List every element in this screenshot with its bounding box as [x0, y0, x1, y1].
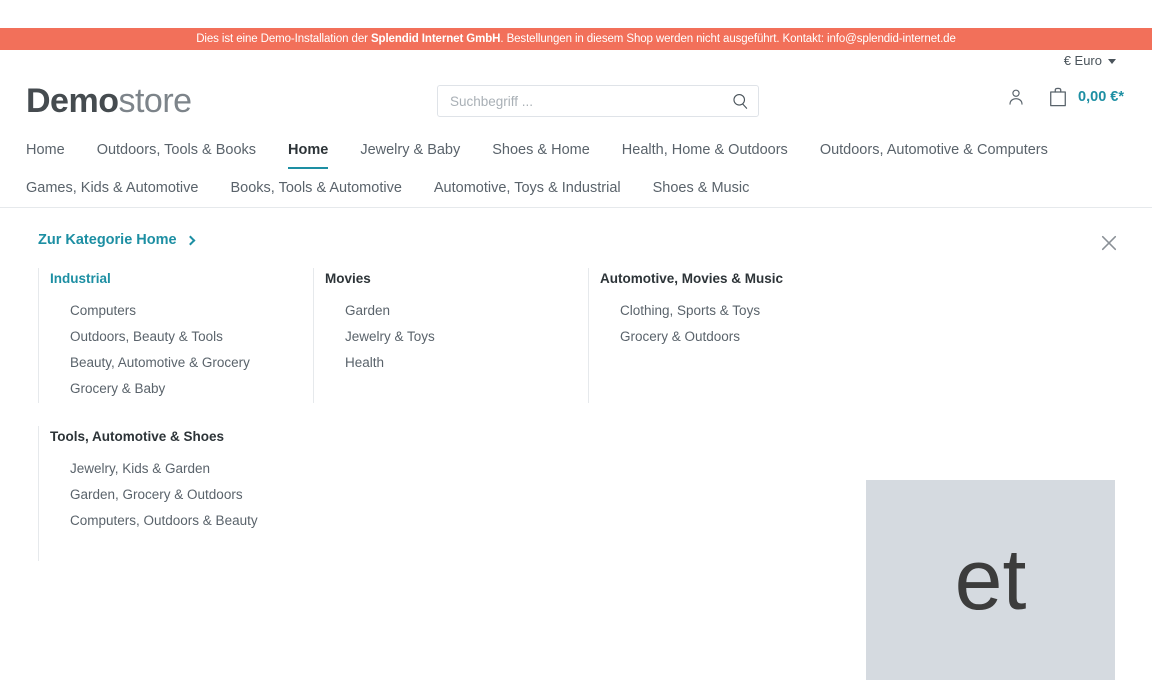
flyout-column-title[interactable]: Tools, Automotive & Shoes	[50, 426, 313, 447]
flyout-columns-row-1: Industrial Computers Outdoors, Beauty & To…	[38, 268, 1118, 403]
demo-installation-banner: Dies ist eine Demo-Installation der Sple…	[0, 28, 1152, 50]
main-navigation: Home Outdoors, Tools & Books Home Jewelry &…	[26, 132, 1126, 208]
nav-item-shoes-home[interactable]: Shoes & Home	[492, 132, 590, 170]
nav-item-games-kids-automotive[interactable]: Games, Kids & Automotive	[26, 170, 198, 208]
search-input[interactable]	[438, 86, 722, 116]
site-header: Demostore 0,00 €*	[0, 76, 1152, 128]
flyout-column: Tools, Automotive & Shoes Jewelry, Kids &…	[38, 426, 313, 561]
flyout-column-title[interactable]: Movies	[325, 268, 588, 289]
flyout-column-title[interactable]: Industrial	[50, 268, 313, 289]
nav-item-jewelry-baby[interactable]: Jewelry & Baby	[360, 132, 460, 170]
flyout-subcategory-link[interactable]: Grocery & Outdoors	[600, 324, 863, 350]
logo-bold-text: Demo	[26, 82, 119, 120]
flyout-subcategory-link[interactable]: Outdoors, Beauty & Tools	[50, 324, 313, 350]
nav-item-home[interactable]: Home	[26, 132, 65, 170]
user-icon	[1009, 89, 1023, 105]
search-submit-button[interactable]	[722, 86, 758, 116]
flyout-column: Movies Garden Jewelry & Toys Health	[313, 268, 588, 403]
account-button[interactable]	[1006, 87, 1026, 107]
banner-brand-name: Splendid Internet GmbH	[370, 33, 501, 45]
banner-text-before: Dies ist eine Demo-Installation der	[196, 33, 371, 45]
utility-row: € Euro	[0, 50, 1152, 76]
chevron-down-icon	[1108, 59, 1116, 64]
nav-item-books-tools-automotive[interactable]: Books, Tools & Automotive	[230, 170, 401, 208]
search-bar[interactable]	[437, 85, 759, 117]
header-actions: 0,00 €*	[1006, 86, 1124, 108]
flyout-subcategory-link[interactable]: Computers	[50, 298, 313, 324]
currency-switcher[interactable]: € Euro	[1064, 53, 1116, 68]
shopping-bag-icon	[1050, 87, 1066, 107]
close-flyout-button[interactable]	[1096, 230, 1122, 256]
flyout-subcategory-link[interactable]: Grocery & Baby	[50, 376, 313, 402]
cart-button[interactable]: 0,00 €*	[1048, 86, 1124, 108]
site-logo[interactable]: Demostore	[26, 80, 192, 122]
flyout-subcategory-link[interactable]: Health	[325, 350, 588, 376]
flyout-column-title[interactable]: Automotive, Movies & Music	[600, 268, 863, 289]
flyout-column: Automotive, Movies & Music Clothing, Spor…	[588, 268, 863, 403]
flyout-subcategory-link[interactable]: Jewelry, Kids & Garden	[50, 456, 313, 482]
cart-total-amount: 0,00 €*	[1078, 89, 1124, 105]
flyout-column: Industrial Computers Outdoors, Beauty & To…	[38, 268, 313, 403]
search-icon	[732, 93, 747, 109]
flyout-subcategory-link[interactable]: Clothing, Sports & Toys	[600, 298, 863, 324]
flyout-subcategory-link[interactable]: Jewelry & Toys	[325, 324, 588, 350]
flyout-subcategory-link[interactable]: Garden	[325, 298, 588, 324]
nav-item-shoes-music[interactable]: Shoes & Music	[653, 170, 750, 208]
go-to-category-label: Zur Kategorie Home	[38, 232, 177, 248]
currency-label: € Euro	[1063, 53, 1102, 68]
nav-item-health-home-outdoors[interactable]: Health, Home & Outdoors	[622, 132, 788, 170]
nav-item-automotive-toys-industrial[interactable]: Automotive, Toys & Industrial	[434, 170, 621, 208]
teaser-image-placeholder-text: et	[954, 532, 1027, 628]
banner-text-after: . Bestellungen in diesem Shop werden nic…	[500, 33, 956, 45]
go-to-category-link[interactable]: Zur Kategorie Home	[38, 232, 196, 248]
nav-item-outdoors-automotive-computers[interactable]: Outdoors, Automotive & Computers	[820, 132, 1048, 170]
nav-item-home[interactable]: Home	[288, 132, 329, 170]
close-icon	[1101, 235, 1117, 251]
nav-item-outdoors-tools-books[interactable]: Outdoors, Tools & Books	[97, 132, 256, 170]
category-flyout-menu: Zur Kategorie Home Industrial Computers Ou…	[0, 207, 1152, 680]
chevron-right-icon	[185, 235, 196, 245]
flyout-subcategory-link[interactable]: Garden, Grocery & Outdoors	[50, 482, 313, 508]
flyout-subcategory-link[interactable]: Beauty, Automotive & Grocery	[50, 350, 313, 376]
flyout-subcategory-link[interactable]: Computers, Outdoors & Beauty	[50, 508, 313, 534]
category-teaser-image[interactable]: et	[866, 480, 1115, 680]
logo-light-text: store	[118, 82, 192, 120]
